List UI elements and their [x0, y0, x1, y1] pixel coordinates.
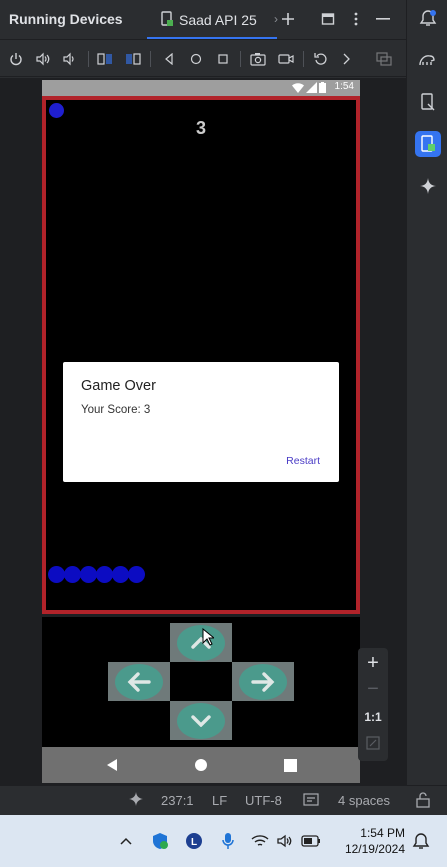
mirror-screen-icon[interactable]	[375, 50, 393, 68]
running-devices-header: Running Devices Saad API 25 ›	[0, 0, 406, 40]
rotate-right-icon[interactable]	[124, 50, 142, 68]
restart-button[interactable]: Restart	[286, 455, 320, 467]
indent-setting[interactable]: 4 spaces	[338, 793, 390, 808]
caret-position[interactable]: 237:1	[161, 793, 194, 808]
rotate-left-icon[interactable]	[96, 50, 114, 68]
status-time: 1:54	[334, 81, 354, 92]
wifi-icon	[292, 83, 304, 93]
show-hidden-icons-chevron-icon[interactable]	[116, 831, 136, 851]
add-tab-icon[interactable]	[278, 9, 298, 29]
right-button[interactable]	[232, 662, 294, 701]
zoom-fit-icon[interactable]	[358, 736, 388, 755]
right-tool-strip	[406, 0, 447, 785]
overview-icon[interactable]	[214, 50, 232, 68]
zoom-in-button[interactable]: +	[358, 652, 388, 675]
signal-icon	[306, 82, 317, 93]
security-shield-icon[interactable]	[150, 831, 170, 851]
dialog-message: Your Score: 3	[81, 404, 151, 416]
clock-time: 1:54 PM	[360, 826, 405, 840]
screen-record-icon[interactable]	[277, 50, 295, 68]
wifi-icon[interactable]	[250, 831, 270, 851]
android-nav-bar	[42, 747, 360, 783]
battery-icon[interactable]	[301, 831, 321, 851]
gemini-sparkle-icon[interactable]	[415, 173, 441, 199]
back-icon[interactable]	[160, 50, 178, 68]
svg-text:L: L	[191, 837, 197, 848]
screenshot-icon[interactable]	[249, 50, 267, 68]
snake-segment	[96, 566, 113, 583]
game-score: 3	[195, 118, 206, 138]
toolbar-divider	[303, 51, 304, 67]
lock-icon[interactable]	[416, 792, 430, 811]
toolbar-divider	[240, 51, 241, 67]
up-arrow-icon	[177, 624, 225, 661]
left-button[interactable]	[108, 662, 170, 701]
home-icon[interactable]	[187, 50, 205, 68]
snapshot-restore-icon[interactable]	[312, 50, 330, 68]
device-tab-label: Saad API 25	[179, 12, 257, 28]
notifications-icon[interactable]	[415, 5, 441, 31]
snake-segment	[128, 566, 145, 583]
microphone-icon[interactable]	[218, 831, 238, 851]
nav-overview-icon[interactable]	[282, 757, 298, 773]
toolbar-divider	[88, 51, 89, 67]
sparkle-icon[interactable]	[129, 792, 143, 809]
device-icon	[160, 10, 174, 30]
device-tab[interactable]: Saad API 25	[160, 8, 257, 32]
battery-icon	[319, 82, 326, 93]
active-tab-underline	[147, 37, 277, 39]
zoom-out-button[interactable]: −	[358, 678, 388, 701]
android-studio-running-devices: Running Devices Saad API 25 › 1:54 3 Gam…	[0, 0, 447, 867]
system-icons	[292, 82, 326, 93]
chevron-right-icon[interactable]	[337, 50, 355, 68]
volume-down-icon[interactable]	[61, 50, 79, 68]
down-button[interactable]	[170, 701, 232, 740]
zoom-controls: + − 1:1	[358, 648, 388, 761]
snake-segment	[48, 566, 65, 583]
more-options-icon[interactable]	[346, 9, 366, 29]
taskbar-clock[interactable]: 1:54 PM 12/19/2024	[345, 825, 405, 857]
down-arrow-icon	[177, 702, 225, 739]
volume-up-icon[interactable]	[34, 50, 52, 68]
device-toolbar	[0, 41, 406, 77]
right-arrow-icon	[239, 663, 287, 700]
food-pellet	[49, 103, 64, 118]
left-arrow-icon	[115, 663, 163, 700]
window-layout-icon[interactable]	[318, 9, 338, 29]
nav-back-icon[interactable]	[104, 757, 120, 773]
minimize-icon[interactable]	[373, 9, 393, 29]
dialog-title: Game Over	[81, 378, 156, 394]
android-status-bar: 1:54	[42, 80, 360, 96]
windows-taskbar: L 1:54 PM 12/19/2024	[0, 815, 447, 867]
file-encoding[interactable]: UTF-8	[245, 793, 282, 808]
toolbar-divider	[150, 51, 151, 67]
zoom-actual-size-button[interactable]: 1:1	[358, 710, 388, 724]
volume-icon[interactable]	[275, 831, 295, 851]
snake-game-canvas[interactable]: 3	[42, 96, 360, 614]
up-button[interactable]	[170, 623, 232, 662]
app-l-icon[interactable]: L	[184, 831, 204, 851]
clock-date: 12/19/2024	[344, 842, 405, 856]
panel-title: Running Devices	[9, 11, 123, 27]
ide-status-bar: 237:1 LF UTF-8 4 spaces	[0, 785, 447, 815]
direction-controls	[42, 617, 360, 747]
mouse-cursor-icon	[202, 628, 214, 646]
snake-segment	[80, 566, 97, 583]
running-devices-icon[interactable]	[415, 131, 441, 157]
snake-segment	[112, 566, 129, 583]
nav-home-icon[interactable]	[193, 757, 209, 773]
readonly-toggle-icon[interactable]	[303, 793, 319, 810]
game-over-dialog: Game Over Your Score: 3 Restart	[63, 362, 339, 482]
power-icon[interactable]	[7, 50, 25, 68]
line-ending[interactable]: LF	[212, 793, 227, 808]
notification-center-icon[interactable]	[411, 831, 431, 851]
device-manager-icon[interactable]	[415, 89, 441, 115]
snake-segment	[64, 566, 81, 583]
gradle-icon[interactable]	[415, 47, 441, 73]
